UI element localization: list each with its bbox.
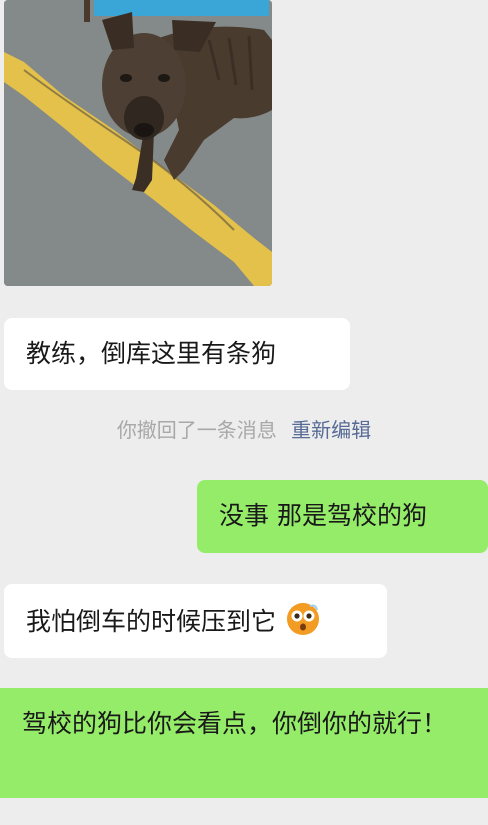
recall-notice-text: 你撤回了一条消息: [116, 418, 277, 442]
dog-photo: [4, 0, 272, 286]
message-text: 我怕倒车的时候压到它: [26, 607, 277, 636]
message-text: 教练，倒库这里有条狗: [26, 339, 277, 368]
dizzy-face-emoji-icon: [286, 602, 320, 636]
message-text: 没事 那是驾校的狗: [219, 501, 427, 530]
message-bubble-incoming[interactable]: 教练，倒库这里有条狗: [4, 318, 350, 390]
re-edit-link[interactable]: 重新编辑: [291, 418, 371, 442]
message-text: 驾校的狗比你会看点，你倒你的就行！: [22, 709, 448, 738]
dog-photo-message[interactable]: [4, 0, 272, 286]
message-bubble-outgoing[interactable]: 没事 那是驾校的狗: [197, 480, 488, 553]
message-bubble-incoming[interactable]: 我怕倒车的时候压到它: [4, 584, 387, 658]
message-bubble-outgoing[interactable]: 驾校的狗比你会看点，你倒你的就行！: [0, 688, 488, 798]
recall-notice: 你撤回了一条消息 重新编辑: [0, 414, 488, 446]
